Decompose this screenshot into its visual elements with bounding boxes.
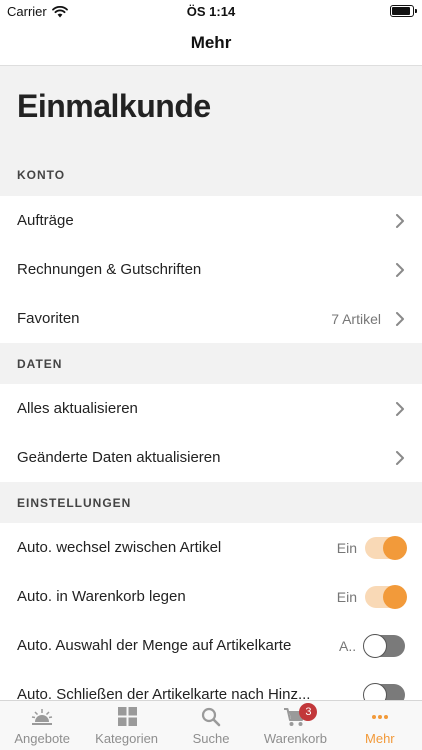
tab-mehr[interactable]: Mehr [338,701,422,750]
toggle-knob [383,584,407,609]
row-label: Aufträge [17,212,74,229]
row-auto-wechsel: Auto. wechsel zwischen Artikel Ein [0,523,422,572]
row-label: Favoriten [17,310,80,327]
toggle-state-label: A... [339,637,357,654]
tab-angebote[interactable]: Angebote [0,701,84,750]
toggle-state-label: Ein [336,539,357,556]
chevron-right-icon [396,401,404,416]
tab-kategorien[interactable]: Kategorien [84,701,168,750]
status-time: ÖS 1:14 [186,4,236,19]
tab-label: Mehr [365,731,395,746]
section-header-konto: KONTO [17,168,66,182]
toggle-knob [363,633,387,658]
auto-wechsel-toggle[interactable] [365,535,407,560]
row-label: Auto. wechsel zwischen Artikel [17,539,222,556]
tab-label: Angebote [14,731,71,746]
row-rechnungen[interactable]: Rechnungen & Gutschriften [0,245,422,294]
row-label: Alles aktualisieren [17,400,138,417]
page-title: Einmalkunde [17,88,211,124]
tab-warenkorb[interactable]: 3 Warenkorb [253,701,337,750]
status-bar: Carrier ÖS 1:14 [0,0,422,22]
settings-list[interactable]: Einmalkunde KONTO Aufträge Rechnungen & … [0,66,422,700]
tab-label: Warenkorb [263,731,327,746]
row-label: Auto. Schließen der Artikelkarte nach Hi… [17,686,311,700]
nav-bar: Mehr [0,22,422,66]
row-auftraege[interactable]: Aufträge [0,196,422,245]
cart-badge: 3 [299,703,318,721]
favorites-count: 7 Artikel [331,310,381,327]
chevron-right-icon [396,213,404,228]
battery-icon [390,5,417,17]
chevron-right-icon [396,450,404,465]
nav-title: Mehr [190,33,232,52]
chevron-right-icon [396,311,404,326]
row-label: Auto. Auswahl der Menge auf Artikelkarte [17,637,292,654]
row-auto-warenkorb: Auto. in Warenkorb legen Ein [0,572,422,621]
tab-label: Kategorien [95,731,159,746]
grid-icon [117,707,137,726]
search-icon [201,707,221,727]
row-label: Geänderte Daten aktualisieren [17,449,221,466]
row-favoriten[interactable]: Favoriten 7 Artikel [0,294,422,343]
auto-warenkorb-toggle[interactable] [365,584,407,609]
toggle-knob [363,682,387,700]
tab-suche[interactable]: Suche [169,701,253,750]
battery-fill [392,7,411,15]
more-icon [371,715,388,719]
section-header-daten: DATEN [17,357,63,371]
auto-schliessen-toggle[interactable] [363,682,405,700]
chevron-right-icon [396,262,404,277]
row-label: Rechnungen & Gutschriften [17,261,202,278]
offers-icon [32,709,53,725]
row-label: Auto. in Warenkorb legen [17,588,186,605]
toggle-knob [383,535,407,560]
row-alles-aktualisieren[interactable]: Alles aktualisieren [0,384,422,433]
row-auto-schliessen: Auto. Schließen der Artikelkarte nach Hi… [0,670,422,700]
tab-label: Suche [192,731,230,746]
section-header-einstellungen: EINSTELLUNGEN [17,496,132,510]
auto-menge-toggle[interactable] [363,633,405,658]
toggle-state-label: Ein [336,588,357,605]
row-auto-menge: Auto. Auswahl der Menge auf Artikelkarte… [0,621,422,670]
row-geaenderte-daten[interactable]: Geänderte Daten aktualisieren [0,433,422,482]
tab-bar: Angebote Kategorien Suche 3 Warenkorb Me… [0,700,422,750]
